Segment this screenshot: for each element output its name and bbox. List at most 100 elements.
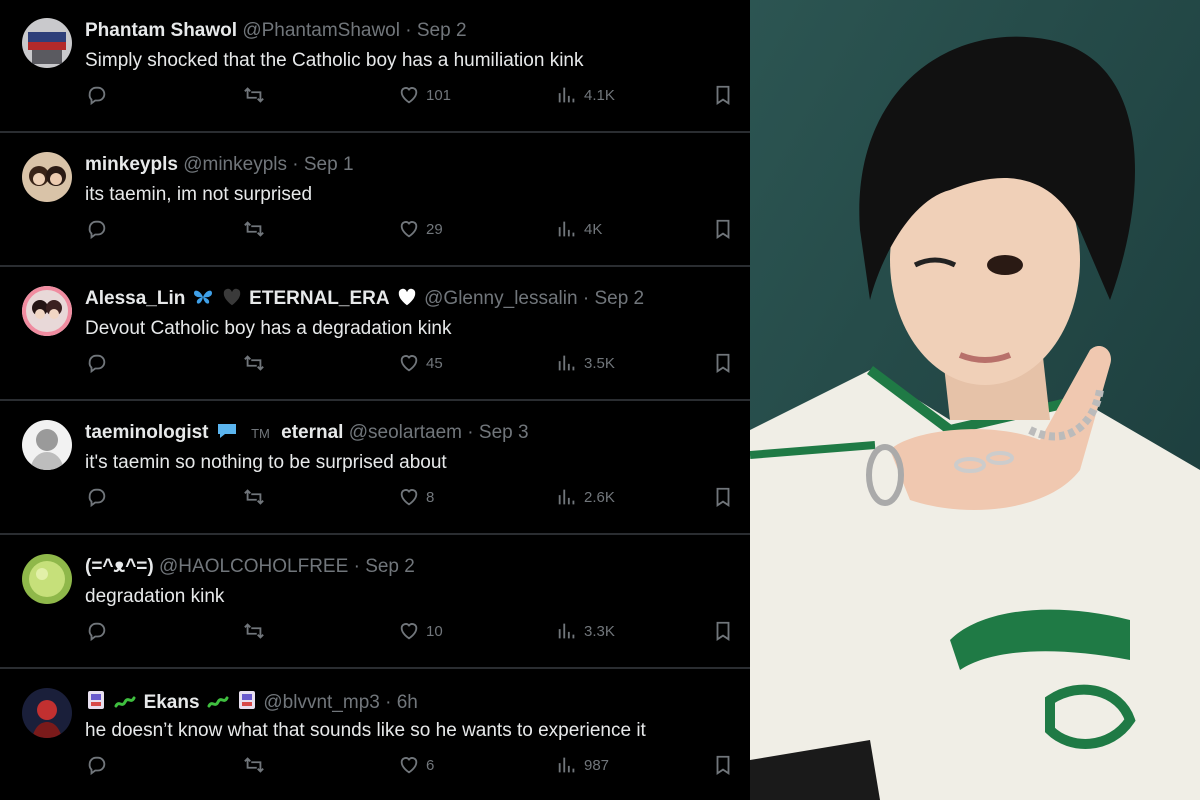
- tweet-header: (=^ᴥ^=) @HAOLCOHOLFREE · Sep 2: [85, 556, 415, 578]
- tweet[interactable]: minkeypls @minkeypls · Sep 1 its taemin,…: [0, 134, 750, 267]
- views-count: 2.6K: [584, 488, 615, 506]
- reply-button[interactable]: [86, 84, 108, 106]
- timestamp[interactable]: Sep 3: [479, 422, 529, 443]
- bookmark-button[interactable]: [712, 84, 734, 106]
- display-name[interactable]: Alessa_Lin: [85, 288, 185, 309]
- display-name[interactable]: Phantam Shawol: [85, 20, 237, 41]
- heart-icon: [400, 87, 418, 104]
- display-name[interactable]: (=^ᴥ^=): [85, 556, 154, 577]
- retweet-button[interactable]: [243, 486, 265, 508]
- bookmark-button[interactable]: [712, 620, 734, 642]
- speech-bubble-icon: [216, 422, 238, 446]
- bookmark-icon: [716, 219, 730, 239]
- views-button[interactable]: 3.5K: [556, 352, 615, 374]
- like-count: 6: [426, 756, 435, 774]
- bookmark-icon: [716, 85, 730, 105]
- bookmark-button[interactable]: [712, 218, 734, 240]
- reply-button[interactable]: [86, 620, 108, 642]
- bookmark-button[interactable]: [712, 486, 734, 508]
- display-name[interactable]: taeminologist: [85, 422, 209, 443]
- white-heart-icon: [397, 288, 417, 312]
- timestamp[interactable]: 6h: [397, 692, 418, 713]
- views-count: 3.5K: [584, 354, 615, 372]
- bookmark-button[interactable]: [712, 352, 734, 374]
- handle[interactable]: @Glenny_lessalin: [424, 288, 577, 309]
- retweet-button[interactable]: [243, 84, 265, 106]
- retweet-button[interactable]: [243, 620, 265, 642]
- heart-icon: [400, 355, 418, 372]
- retweet-icon: [244, 87, 264, 103]
- tweet[interactable]: (=^ᴥ^=) @HAOLCOHOLFREE · Sep 2 degradati…: [0, 536, 750, 669]
- tweet-header: Phantam Shawol @PhantamShawol · Sep 2: [85, 20, 467, 42]
- tweet-text: it's taemin so nothing to be surprised a…: [85, 452, 447, 473]
- views-icon: [558, 221, 575, 237]
- tweet[interactable]: taeminologist TM eternal @seolartaem · S…: [0, 402, 750, 535]
- butterfly-icon: [193, 288, 213, 312]
- tweet[interactable]: Alessa_Lin ETERNAL_ERA @Glenny_lessalin …: [0, 268, 750, 401]
- handle[interactable]: @minkeypls: [183, 154, 287, 175]
- snake-icon: [207, 692, 229, 716]
- avatar[interactable]: [22, 688, 72, 738]
- avatar[interactable]: [22, 152, 72, 202]
- timestamp[interactable]: Sep 1: [304, 154, 354, 175]
- handle[interactable]: @blvvnt_mp3: [263, 692, 379, 713]
- views-icon: [558, 623, 575, 639]
- handle[interactable]: @PhantamShawol: [242, 20, 400, 41]
- views-button[interactable]: 4K: [556, 218, 602, 240]
- like-button[interactable]: 45: [398, 352, 443, 374]
- like-button[interactable]: 29: [398, 218, 443, 240]
- display-name[interactable]: Ekans: [144, 692, 200, 713]
- timestamp[interactable]: Sep 2: [594, 288, 644, 309]
- reply-button[interactable]: [86, 754, 108, 776]
- display-name[interactable]: minkeypls: [85, 154, 178, 175]
- views-icon: [558, 355, 575, 371]
- like-button[interactable]: 8: [398, 486, 434, 508]
- reply-icon: [88, 756, 106, 776]
- handle[interactable]: @seolartaem: [349, 422, 462, 443]
- retweet-button[interactable]: [243, 218, 265, 240]
- like-button[interactable]: 101: [398, 84, 451, 106]
- tweet[interactable]: Phantam Shawol @PhantamShawol · Sep 2 Si…: [0, 0, 750, 133]
- tweet-text: degradation kink: [85, 586, 225, 607]
- views-icon: [558, 87, 575, 103]
- tweet-actions: 29 4K: [0, 214, 750, 244]
- profile-photo: [750, 0, 1200, 800]
- avatar[interactable]: [22, 554, 72, 604]
- like-button[interactable]: 10: [398, 620, 443, 642]
- trademark-mark: TM: [251, 426, 270, 441]
- views-button[interactable]: 987: [556, 754, 609, 776]
- reply-button[interactable]: [86, 352, 108, 374]
- retweet-button[interactable]: [243, 352, 265, 374]
- reply-button[interactable]: [86, 486, 108, 508]
- avatar[interactable]: [22, 18, 72, 68]
- timestamp[interactable]: Sep 2: [365, 556, 415, 577]
- views-button[interactable]: 3.3K: [556, 620, 615, 642]
- display-name-suffix[interactable]: ETERNAL_ERA: [249, 288, 389, 309]
- bookmark-button[interactable]: [712, 754, 734, 776]
- reply-button[interactable]: [86, 218, 108, 240]
- retweet-button[interactable]: [243, 754, 265, 776]
- separator-dot: ·: [292, 154, 299, 175]
- separator-dot: ·: [353, 556, 360, 577]
- separator-dot: ·: [467, 422, 474, 443]
- tweet[interactable]: Ekans @blvvnt_mp3 · 6h he doesn’t know w…: [0, 670, 750, 800]
- tweet-header: taeminologist TM eternal @seolartaem · S…: [85, 422, 529, 446]
- views-button[interactable]: 4.1K: [556, 84, 615, 106]
- heart-icon: [400, 757, 418, 774]
- avatar[interactable]: [22, 286, 72, 336]
- retweet-icon: [244, 489, 264, 505]
- timestamp[interactable]: Sep 2: [417, 20, 467, 41]
- like-count: 8: [426, 488, 435, 506]
- avatar[interactable]: [22, 420, 72, 470]
- reply-icon: [88, 622, 106, 642]
- like-button[interactable]: 6: [398, 754, 434, 776]
- bookmark-icon: [716, 487, 730, 507]
- handle[interactable]: @HAOLCOHOLFREE: [159, 556, 348, 577]
- tweet-actions: 6 987: [0, 750, 750, 780]
- tweet-text: its taemin, im not surprised: [85, 184, 313, 205]
- reply-icon: [88, 354, 106, 374]
- separator-dot: ·: [405, 20, 412, 41]
- views-count: 987: [584, 756, 610, 774]
- display-name-suffix[interactable]: eternal: [281, 422, 343, 443]
- views-button[interactable]: 2.6K: [556, 486, 615, 508]
